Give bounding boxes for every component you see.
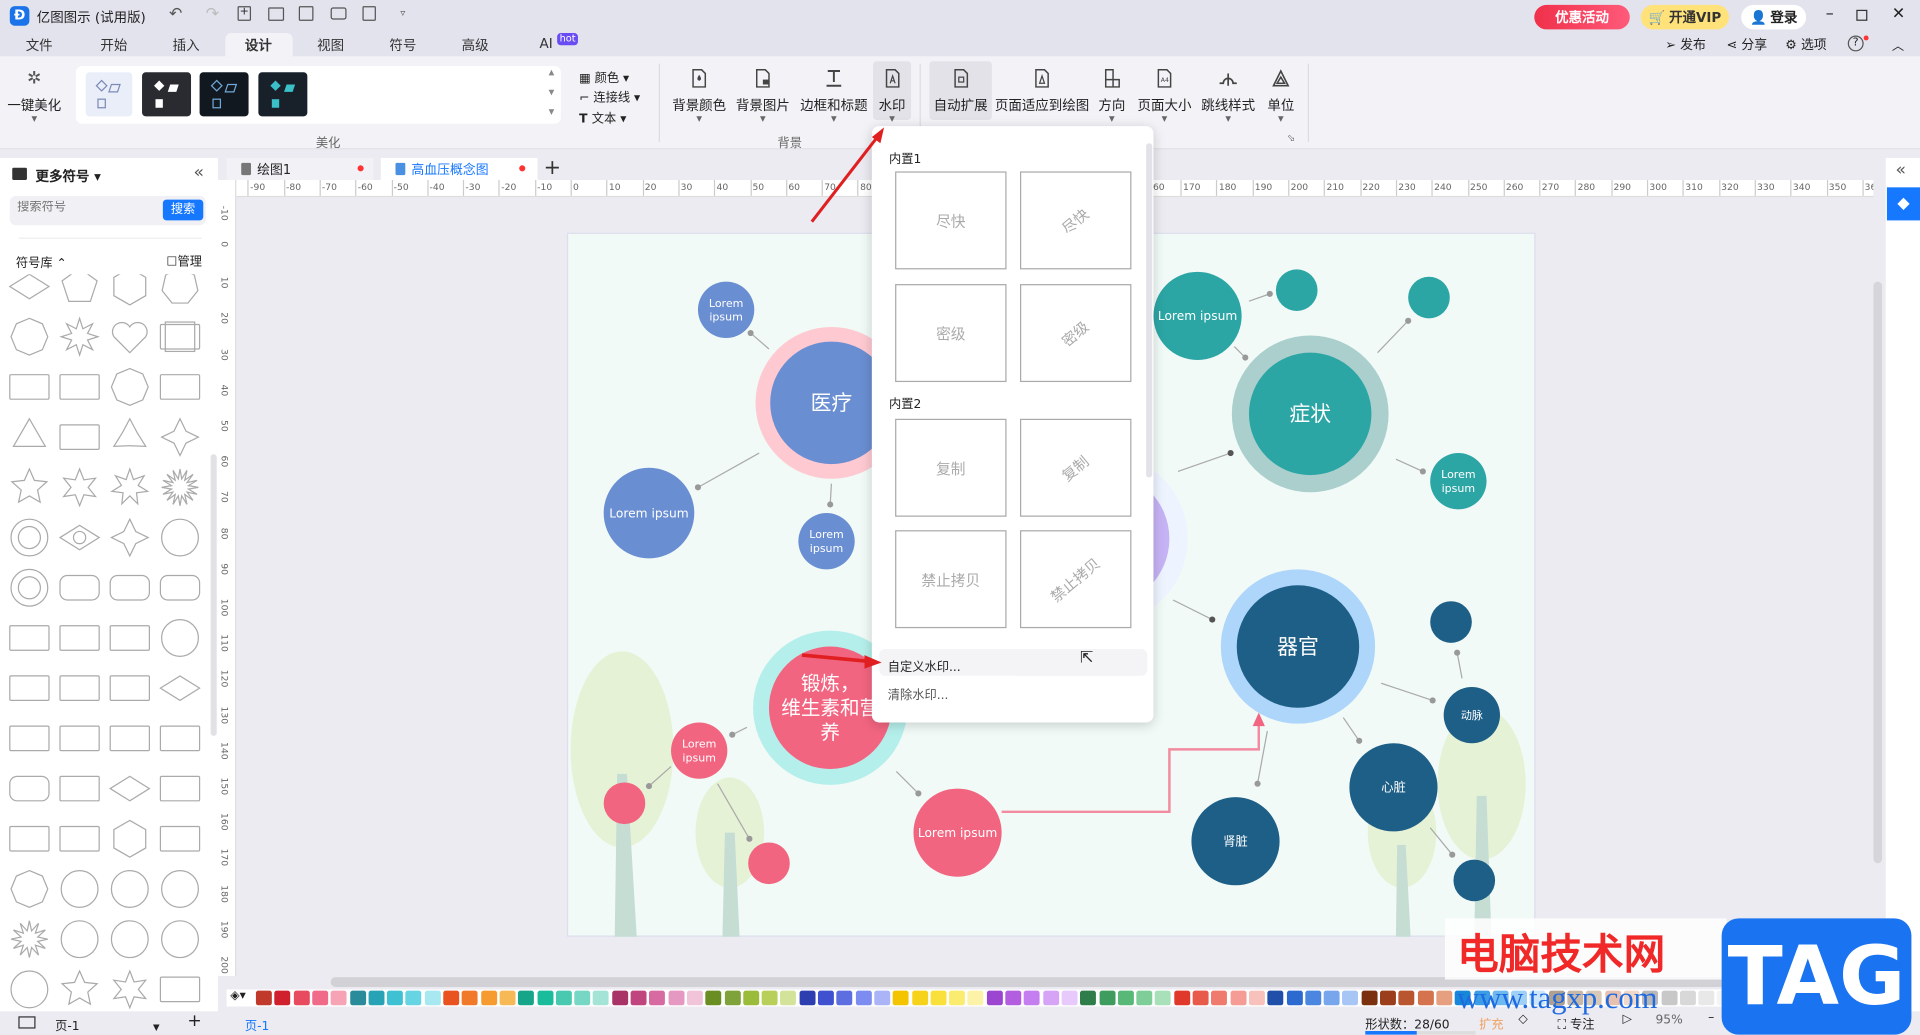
site-name: 电脑技术网 <box>1457 930 1666 980</box>
tag-logo: TAG <box>1721 918 1912 1035</box>
site-url: www.tagxp.com <box>1457 982 1658 1016</box>
site-watermark: 电脑技术网 www.tagxp.com TAG <box>1444 918 1920 1035</box>
annotation-arrows <box>801 127 885 669</box>
